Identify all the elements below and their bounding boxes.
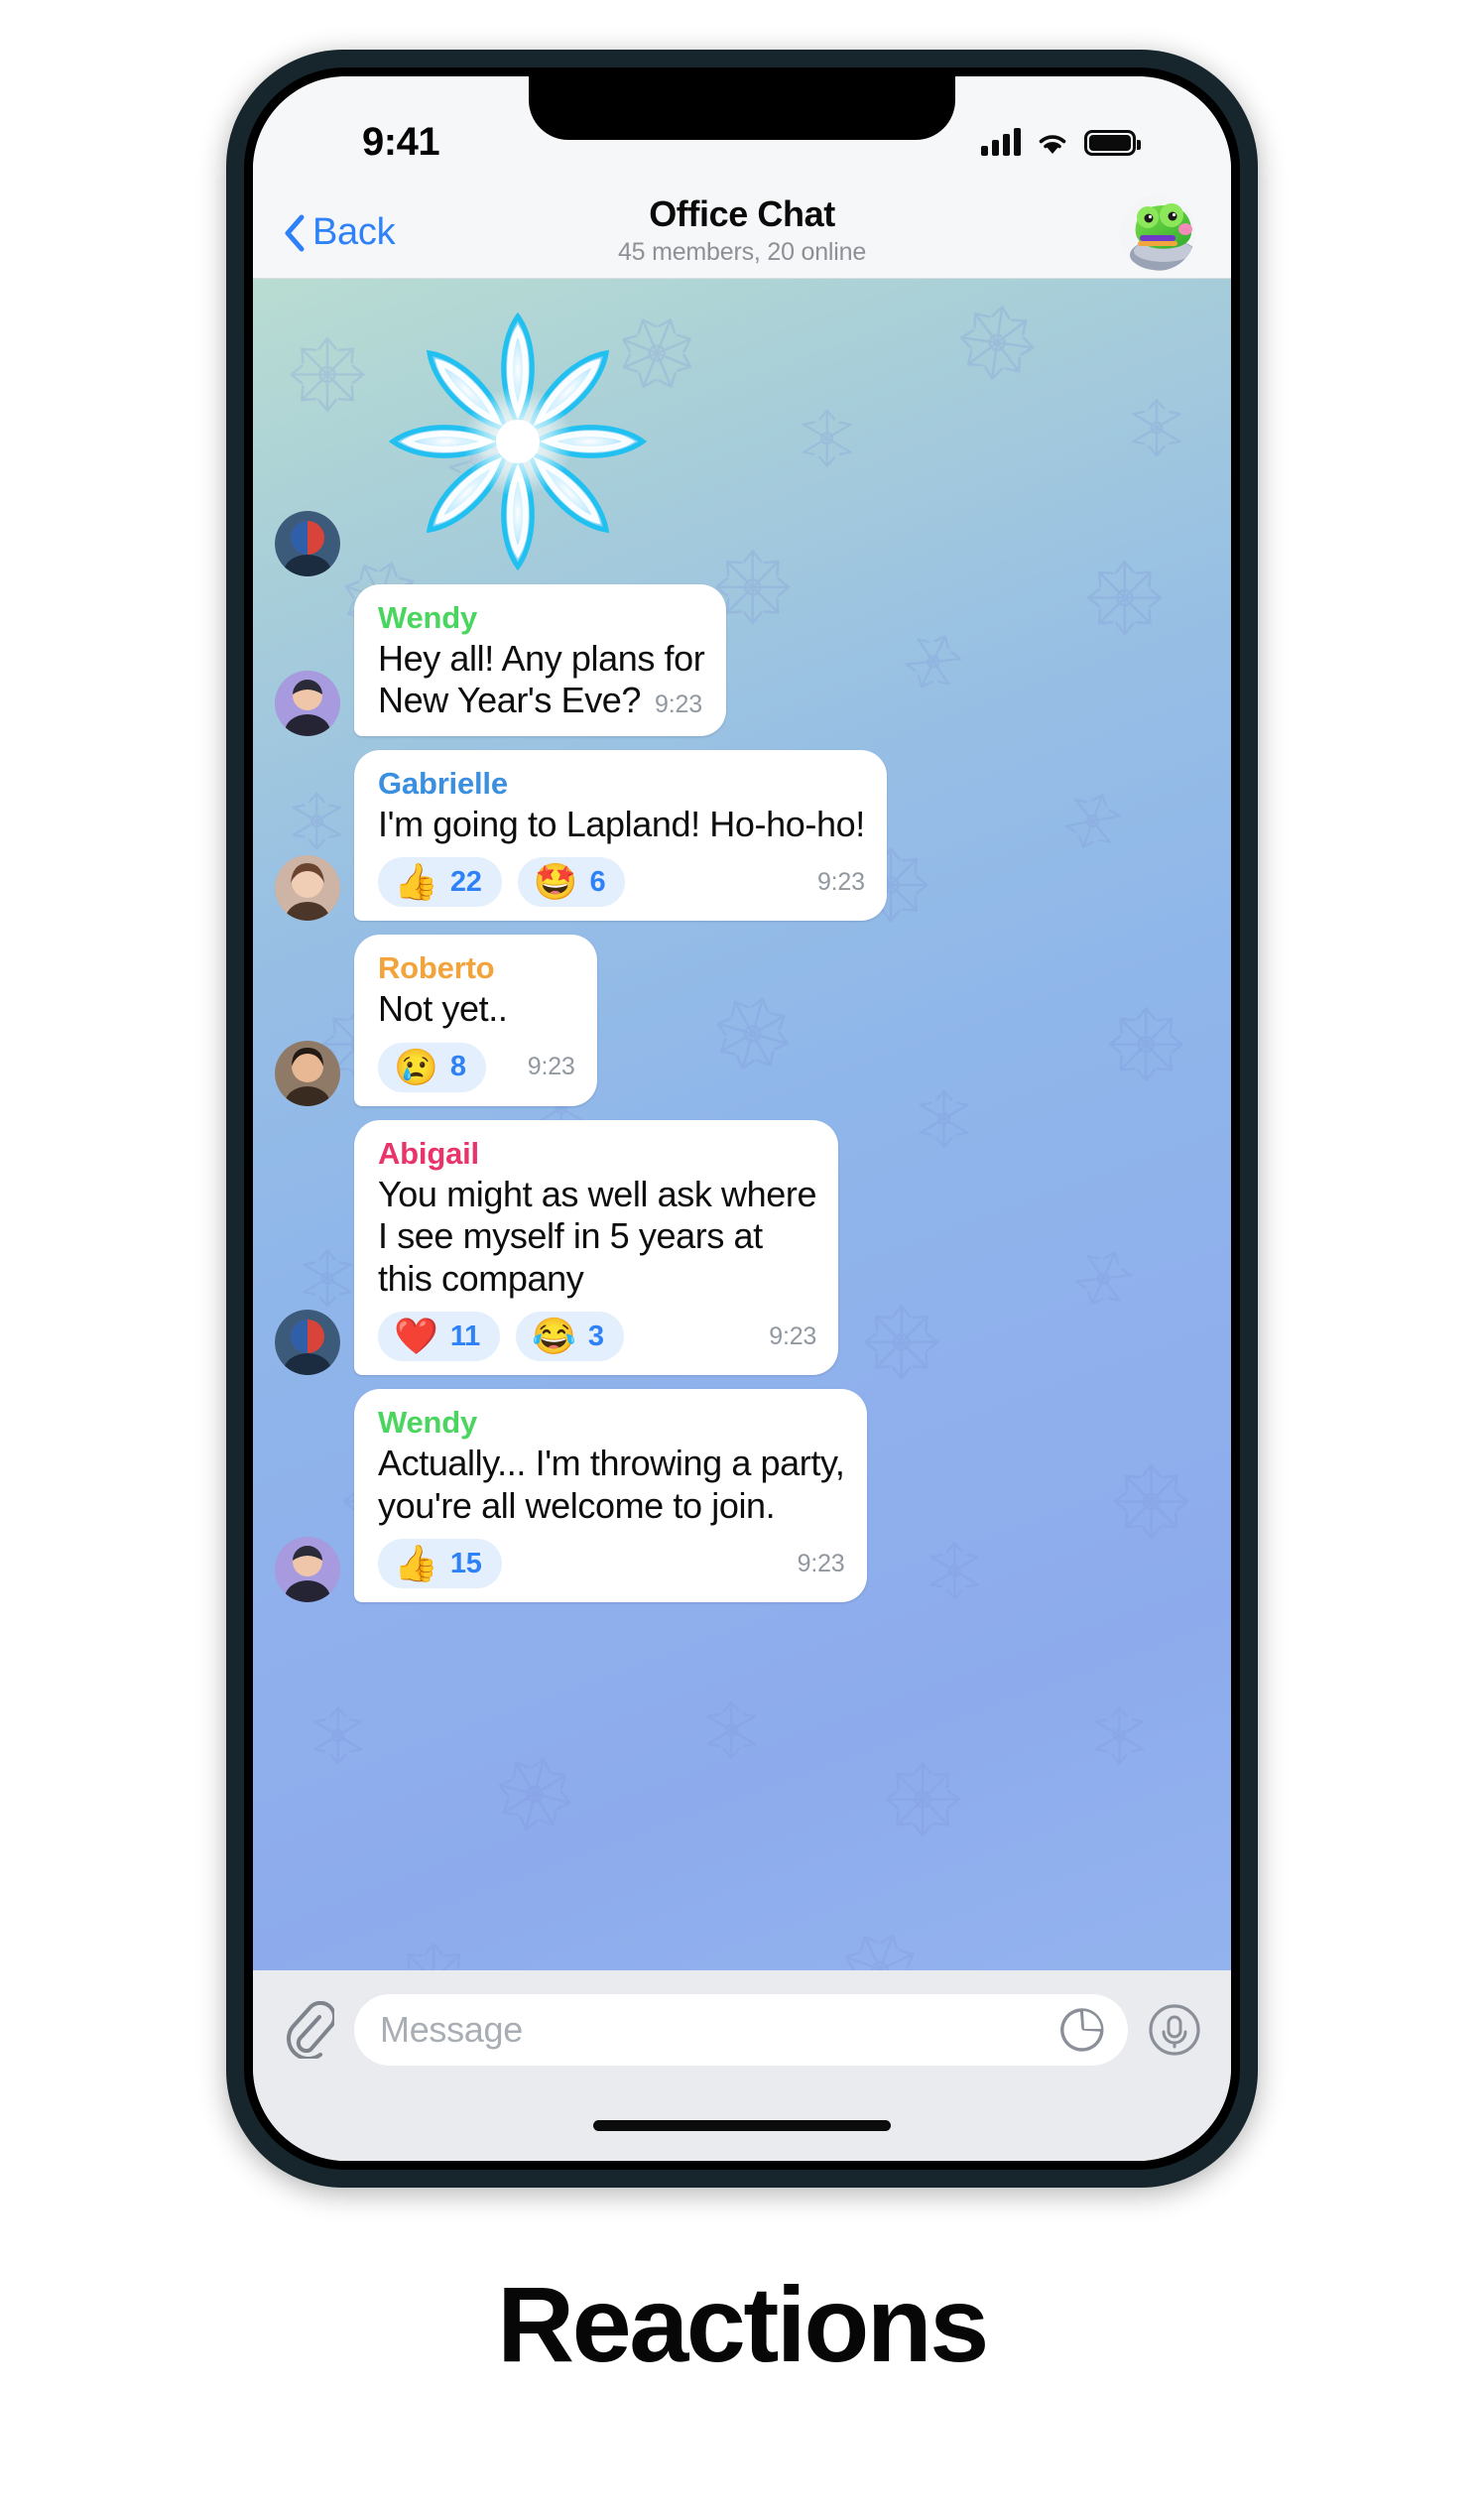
reaction-count: 8 (449, 1051, 466, 1083)
back-button[interactable]: Back (283, 211, 396, 254)
chat-area: Wendy Hey all! Any plans for New Year's … (253, 279, 1231, 1970)
avatar[interactable] (275, 511, 340, 576)
battery-icon (1084, 130, 1141, 156)
message-sender: Wendy (378, 600, 478, 635)
chat-header: Back Office Chat 45 members, 20 online (253, 188, 1231, 279)
red-heart-reaction[interactable]: ❤️ 11 (378, 1312, 501, 1362)
reaction-count: 3 (587, 1320, 604, 1352)
thumbs-up-icon: 👍 (394, 1543, 438, 1584)
message-text: You might as well ask where I see myself… (378, 1173, 817, 1299)
reaction-count: 22 (449, 865, 482, 898)
status-time: 9:41 (362, 120, 440, 164)
reaction-list: 👍 15 (378, 1539, 502, 1589)
reaction-count: 6 (589, 865, 606, 898)
message-time: 9:23 (655, 691, 702, 719)
message-text: Not yet.. (378, 988, 508, 1030)
message-bubble[interactable]: Wendy Hey all! Any plans for New Year's … (354, 584, 727, 736)
thumbs-up-reaction[interactable]: 👍 15 (378, 1539, 502, 1589)
message-row: Roberto Not yet.. 😢 8 9:23 (253, 935, 1231, 1106)
home-indicator[interactable] (593, 2119, 891, 2131)
wifi-icon (1035, 128, 1070, 156)
back-label: Back (312, 211, 396, 253)
message-time: 9:23 (816, 867, 865, 896)
reaction-list: 👍 22 🤩 6 (378, 857, 626, 908)
chat-subtitle: 45 members, 20 online (617, 238, 867, 267)
message-sender: Abigail (378, 1135, 479, 1171)
message-row: Gabrielle I'm going to Lapland! Ho-ho-ho… (253, 749, 1231, 922)
message-text: Actually... I'm throwing a party, you're… (378, 1443, 845, 1526)
message-time: 9:23 (527, 1053, 575, 1081)
message-footer: 😢 8 9:23 (378, 1042, 575, 1092)
message-footer: 👍 22 🤩 6 9:23 (378, 857, 865, 908)
snowflake-sticker[interactable] (354, 293, 681, 590)
message-bubble[interactable]: Roberto Not yet.. 😢 8 9:23 (354, 935, 597, 1106)
joy-face-icon: 😂 (532, 1316, 576, 1357)
message-footer: 👍 15 9:23 (378, 1539, 845, 1589)
microphone-icon[interactable] (1148, 2003, 1201, 2057)
message-footer: ❤️ 11 😂 3 9:23 (378, 1312, 817, 1362)
reaction-list: 😢 8 (378, 1042, 486, 1092)
paperclip-icon[interactable] (283, 2000, 337, 2061)
phone-screen: 9:41 Back Office Chat 45 members, 20 onl… (253, 76, 1231, 2161)
message-bubble[interactable]: Wendy Actually... I'm throwing a party, … (354, 1389, 867, 1603)
message-bubble[interactable]: Gabrielle I'm going to Lapland! Ho-ho-ho… (354, 749, 887, 922)
message-text: I'm going to Lapland! Ho-ho-ho! (378, 803, 865, 844)
message-sender: Wendy (378, 1405, 478, 1441)
crying-face-icon: 😢 (394, 1046, 438, 1087)
page-caption: Reactions (497, 2264, 989, 2384)
status-icons (981, 120, 1141, 156)
reaction-count: 15 (449, 1547, 482, 1579)
notch (529, 76, 955, 140)
joy-face-reaction[interactable]: 😂 3 (516, 1312, 624, 1362)
avatar[interactable] (275, 855, 340, 922)
chat-title: Office Chat (649, 193, 835, 234)
group-avatar[interactable] (1120, 195, 1195, 271)
sticker-icon[interactable] (1058, 2006, 1106, 2054)
cellular-signal-icon (981, 128, 1021, 156)
star-struck-icon: 🤩 (533, 861, 578, 903)
avatar[interactable] (275, 670, 340, 736)
star-struck-reaction[interactable]: 🤩 6 (517, 857, 626, 908)
home-indicator-area (253, 2089, 1231, 2161)
message-row: Wendy Hey all! Any plans for New Year's … (253, 584, 1231, 736)
chevron-left-icon (283, 214, 305, 252)
reaction-count: 11 (449, 1320, 481, 1352)
reaction-list: ❤️ 11 😂 3 (378, 1312, 624, 1362)
avatar[interactable] (275, 1537, 340, 1603)
avatar[interactable] (275, 1040, 340, 1106)
screenshot-root: 9:41 Back Office Chat 45 members, 20 onl… (0, 0, 1484, 2516)
message-row: Abigail You might as well ask where I se… (253, 1119, 1231, 1376)
red-heart-icon: ❤️ (394, 1316, 438, 1357)
message-sender: Roberto (378, 950, 495, 986)
message-row: Wendy Actually... I'm throwing a party, … (253, 1389, 1231, 1603)
message-sender: Gabrielle (378, 765, 508, 801)
message-composer (253, 1970, 1231, 2089)
crying-face-reaction[interactable]: 😢 8 (378, 1042, 486, 1092)
status-bar: 9:41 (253, 76, 1231, 188)
message-bubble[interactable]: Abigail You might as well ask where I se… (354, 1119, 839, 1376)
message-input[interactable] (380, 2009, 1102, 2051)
chat-title-block: Office Chat 45 members, 20 online (253, 193, 1231, 267)
thumbs-up-icon: 👍 (394, 861, 438, 903)
avatar[interactable] (275, 1310, 340, 1376)
thumbs-up-reaction[interactable]: 👍 22 (378, 857, 502, 908)
phone-frame: 9:41 Back Office Chat 45 members, 20 onl… (226, 50, 1258, 2188)
message-list[interactable]: Wendy Hey all! Any plans for New Year's … (253, 279, 1231, 1970)
phone-bezel: 9:41 Back Office Chat 45 members, 20 onl… (244, 67, 1240, 2170)
message-row-sticker (253, 293, 1231, 576)
message-time: 9:23 (797, 1549, 845, 1577)
message-time: 9:23 (769, 1321, 817, 1350)
message-field[interactable] (354, 1994, 1128, 2066)
message-text: Hey all! Any plans for New Year's Eve? 9:… (378, 638, 705, 721)
